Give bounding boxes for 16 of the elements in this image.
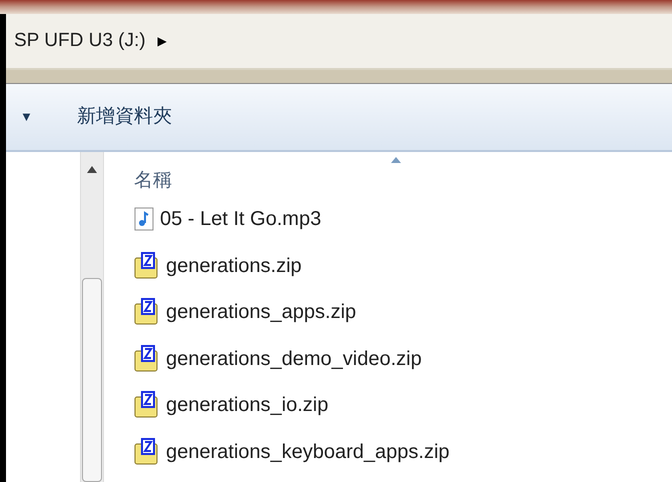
column-header[interactable]: 名稱	[134, 166, 172, 196]
file-name[interactable]: generations.zip	[166, 250, 302, 281]
new-folder-button[interactable]: 新增資料夾	[76, 102, 172, 132]
scrollbar[interactable]	[80, 152, 104, 482]
file-name[interactable]: 05 - Let It Go.mp3	[160, 204, 322, 234]
file-name[interactable]: generations_keyboard_apps.zip	[166, 436, 450, 467]
chevron-icon[interactable]: ▶	[158, 32, 167, 50]
file-name[interactable]: generations_io.zip	[166, 390, 328, 420]
scroll-thumb[interactable]	[82, 278, 102, 482]
address-bar[interactable]: SP UFD U3 (J:) ▶	[6, 14, 672, 70]
file-name[interactable]: generations_apps.zip	[166, 297, 356, 328]
dropdown-arrow-icon[interactable]: ▼	[20, 107, 33, 127]
breadcrumb[interactable]: SP UFD U3 (J:)	[14, 26, 146, 56]
scroll-up-icon[interactable]	[87, 166, 97, 173]
file-name[interactable]: generations_demo_video.zip	[166, 344, 422, 374]
sort-arrow-icon[interactable]	[391, 157, 401, 163]
